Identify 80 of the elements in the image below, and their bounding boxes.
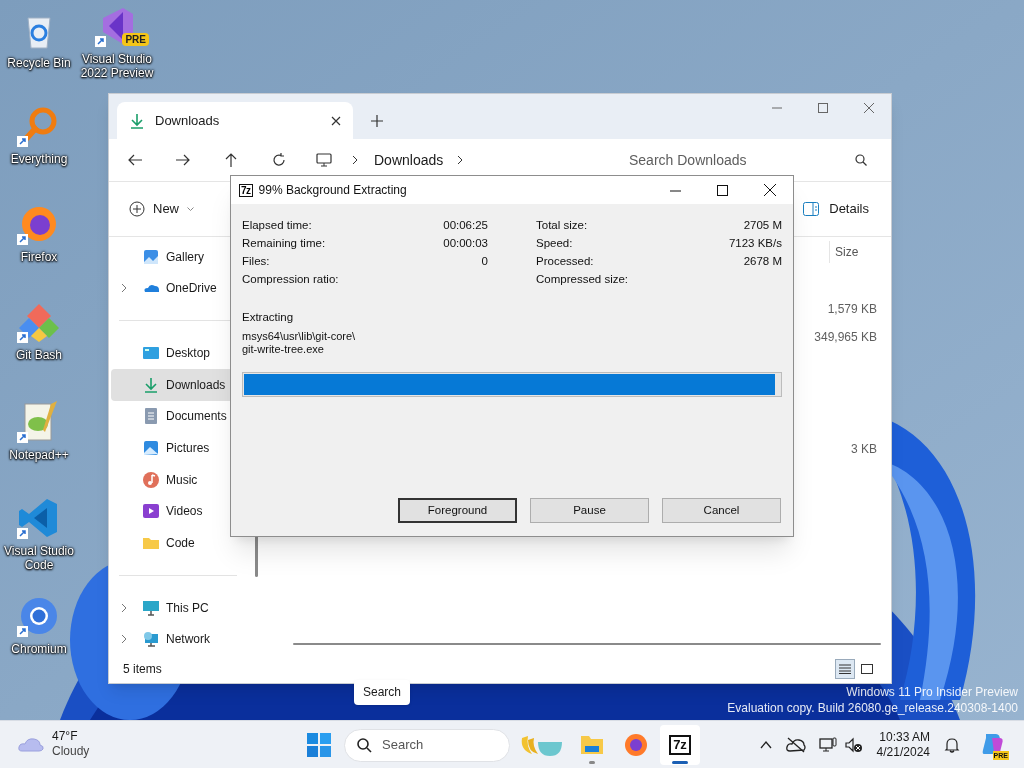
badge: PRE [122, 33, 149, 46]
section-label: Extracting [242, 310, 295, 324]
stat-value: 00:00:03 [443, 236, 488, 252]
back-icon[interactable] [128, 153, 142, 167]
breadcrumb-item[interactable]: Downloads [374, 149, 444, 171]
status-text: 5 items [123, 661, 163, 678]
bell-icon[interactable] [944, 737, 960, 753]
running-indicator [589, 761, 595, 764]
close-icon[interactable] [764, 184, 776, 196]
music-icon [143, 471, 159, 488]
tiles-icon [861, 664, 873, 674]
nav-item[interactable]: Network [111, 623, 247, 655]
download-icon [129, 112, 145, 129]
close-icon[interactable] [331, 115, 341, 126]
monitor-icon[interactable] [316, 153, 332, 167]
details-pane-icon [803, 202, 820, 216]
network-icon [143, 631, 159, 648]
stat-value: 7123 KB/s [728, 236, 782, 252]
stat-label: Speed: [536, 236, 573, 252]
stat-value: 2678 M [743, 254, 782, 270]
stat-value: 00:06:25 [443, 218, 488, 234]
plus-circle-icon [129, 201, 145, 217]
file-size: 3 KB [851, 441, 877, 458]
default-button[interactable]: Foreground [398, 498, 517, 523]
stat-label: Total size: [536, 218, 588, 234]
stat-label: Compression ratio: [242, 272, 339, 288]
list-icon [839, 664, 851, 674]
window-title: 99% Background Extracting [258, 182, 408, 199]
details-button[interactable]: Details [793, 193, 879, 225]
nav-item[interactable]: This PC [111, 591, 247, 624]
desktop-icon [143, 345, 159, 362]
taskbar-search-field[interactable]: Search [344, 728, 510, 762]
stat-label: Compressed size: [536, 272, 629, 288]
downloads-icon [143, 376, 159, 393]
file-path: git-write-tree.exe [242, 343, 325, 356]
running-indicator [672, 761, 688, 764]
file-size: 349,965 KB [814, 329, 877, 346]
app-icon[interactable]: 7z [669, 735, 691, 755]
clock[interactable]: 10:33 AM 4/21/2024 [876, 730, 930, 760]
dialog-button[interactable]: Pause [530, 498, 649, 523]
stat-label: Remaining time: [242, 236, 326, 252]
explorer-tab[interactable]: Downloads [117, 102, 353, 139]
file-path: msys64\usr\lib\git-core\ [242, 330, 357, 343]
search-icon [357, 737, 372, 753]
details-view-button[interactable] [835, 659, 855, 679]
scrollbar-thumb[interactable] [293, 643, 881, 645]
chevron-up-icon[interactable] [759, 741, 772, 749]
new-tab-icon[interactable] [371, 114, 383, 127]
file-size: 1,579 KB [827, 301, 877, 318]
refresh-icon[interactable] [272, 153, 286, 167]
stat-label: Elapsed time: [242, 218, 312, 234]
cloud-offline-icon[interactable] [785, 737, 806, 753]
maximize-icon[interactable] [717, 184, 728, 196]
start-icon[interactable] [306, 732, 332, 758]
search-icon[interactable] [855, 154, 867, 166]
videos-icon [143, 503, 159, 520]
column-header[interactable]: Size [829, 240, 859, 263]
stat-value: 0 [481, 254, 488, 270]
pictures-icon [143, 440, 159, 456]
stat-value: 2705 M [743, 218, 782, 234]
network-icon[interactable] [818, 737, 837, 753]
weather-condition[interactable]: Cloudy [52, 744, 90, 759]
documents-icon [143, 408, 159, 425]
dialog-button[interactable]: Cancel [662, 498, 781, 523]
volume-muted-icon[interactable] [844, 737, 863, 753]
app-icon: 7z [239, 183, 253, 197]
weather-temperature[interactable]: 47°F [52, 729, 90, 744]
tooltip: Search [354, 680, 411, 705]
stat-label: Files: [242, 254, 270, 270]
gallery-icon [143, 248, 159, 265]
stat-label: Processed: [536, 254, 594, 270]
tab-label: Downloads [155, 111, 221, 130]
nav-item[interactable]: Code [111, 527, 247, 559]
forward-icon[interactable] [176, 153, 190, 167]
new-button[interactable]: New [121, 193, 202, 225]
caret-icon [187, 207, 194, 211]
chevron-icon[interactable] [352, 155, 358, 165]
up-icon[interactable] [224, 153, 238, 167]
pc-icon [143, 599, 159, 616]
chevron-icon[interactable] [457, 155, 464, 165]
